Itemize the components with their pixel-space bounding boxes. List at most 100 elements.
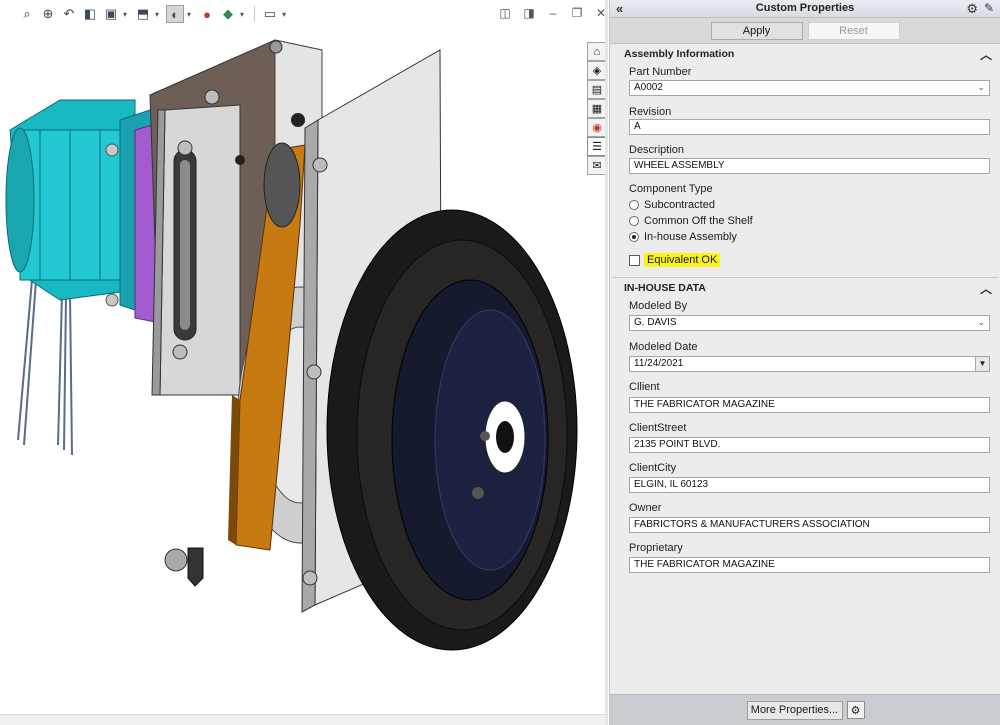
properties-settings-icon[interactable]: ⚙ xyxy=(846,701,865,719)
parts-icon[interactable]: ◈ xyxy=(587,61,607,80)
appearances-icon[interactable]: ◉ xyxy=(587,118,607,137)
view-orientation-icon[interactable]: ⬒ xyxy=(134,5,152,23)
modeled-by-value: G. DAVIS xyxy=(634,317,677,328)
chevron-down-icon[interactable]: ▾ xyxy=(155,10,159,19)
chevron-up-icon[interactable]: ︿ xyxy=(980,46,992,63)
task-pane-tabs: ⌂ ◈ ▤ ▦ ◉ ☰ ✉ xyxy=(587,42,607,175)
radio-button[interactable] xyxy=(629,232,639,242)
chevron-down-icon[interactable]: ⌄ xyxy=(977,82,985,93)
modeled-date-value: 11/24/2021 xyxy=(634,358,684,369)
client-street-field[interactable]: 2135 POINT BLVD. xyxy=(629,437,990,453)
action-buttons: Apply Reset xyxy=(610,18,1000,44)
proprietary-field[interactable]: THE FABRICATOR MAGAZINE xyxy=(629,557,990,573)
description-value: WHEEL ASSEMBLY xyxy=(634,160,725,171)
wheel-tire xyxy=(326,209,578,651)
pane-empty-area xyxy=(610,590,1000,694)
calendar-dropdown-icon[interactable]: ▼ xyxy=(975,357,989,371)
radio-in-house-assembly[interactable]: In-house Assembly xyxy=(629,229,986,245)
owner-label: Owner xyxy=(629,502,662,514)
graphics-area[interactable]: ⌕ ⊕ ↶ ◧ ▣ ▾ ⬒ ▾ ◐ ▾ ● ◆ ▾ ▭ ▾ ◫ ◨ – ❐ ✕ xyxy=(0,0,607,725)
owner-field[interactable]: FABRICTORS & MANUFACTURERS ASSOCIATION xyxy=(629,517,990,533)
equivalent-ok-label: Equivalent OK xyxy=(644,253,721,267)
pane-footer: More Properties... ⚙ xyxy=(610,694,1000,725)
assembly-information-section: Assembly Information ︿ Part Number A0002… xyxy=(612,44,998,277)
modeled-date-label: Modeled Date xyxy=(629,341,698,353)
part-number-label: Part Number xyxy=(629,66,692,78)
home-icon[interactable]: ⌂ xyxy=(587,42,607,61)
section-header[interactable]: Assembly Information ︿ xyxy=(612,44,998,64)
motor-plate xyxy=(151,89,245,396)
client-city-label: ClientCity xyxy=(629,462,677,474)
previous-view-icon[interactable]: ↶ xyxy=(60,5,78,23)
reset-button[interactable]: Reset xyxy=(807,21,900,40)
chevron-down-icon[interactable]: ⌄ xyxy=(977,317,985,328)
section-header[interactable]: IN-HOUSE DATA ︿ xyxy=(612,278,998,298)
motor-wires xyxy=(17,279,73,456)
zoom-to-fit-icon[interactable]: ⌕ xyxy=(18,5,36,23)
pane-title: Custom Properties xyxy=(755,2,855,14)
section-title: IN-HOUSE DATA xyxy=(624,282,706,294)
custom-properties-pane: « Custom Properties ⚙ ✎ Apply Reset Asse… xyxy=(609,0,1000,725)
pin-icon[interactable]: ✎ xyxy=(984,1,994,15)
radio-common-off-the-shelf[interactable]: Common Off the Shelf xyxy=(629,213,986,229)
apply-button[interactable]: Apply xyxy=(710,21,803,40)
description-field[interactable]: WHEEL ASSEMBLY xyxy=(629,158,990,174)
more-properties-button[interactable]: More Properties... xyxy=(746,700,843,720)
client-city-value: ELGIN, IL 60123 xyxy=(634,479,709,490)
view-settings-icon[interactable]: ▭ xyxy=(261,5,279,23)
client-value: THE FABRICATOR MAGAZINE xyxy=(634,399,775,410)
radio-subcontracted[interactable]: Subcontracted xyxy=(629,197,986,213)
chevron-up-icon[interactable]: ︿ xyxy=(980,280,992,297)
forum-icon[interactable]: ✉ xyxy=(587,156,607,175)
revision-label: Revision xyxy=(629,106,672,118)
description-label: Description xyxy=(629,144,685,156)
toolbar-separator xyxy=(254,6,256,22)
restore-icon[interactable]: ❐ xyxy=(570,6,584,20)
proprietary-label: Proprietary xyxy=(629,542,683,554)
viewport-bottom-bar xyxy=(0,714,607,725)
display-style-icon[interactable]: ◐ xyxy=(166,5,185,23)
equivalent-ok-checkbox[interactable] xyxy=(629,254,640,266)
component-type-label: Component Type xyxy=(629,183,713,195)
client-city-field[interactable]: ELGIN, IL 60123 xyxy=(629,477,990,493)
window-controls: ◫ ◨ – ❐ ✕ xyxy=(498,6,607,20)
minimize-icon[interactable]: – xyxy=(546,6,560,20)
radio-button[interactable] xyxy=(629,216,639,226)
in-house-data-section: IN-HOUSE DATA ︿ Modeled By G. DAVIS ⌄ Mo… xyxy=(612,278,998,573)
zoom-area-icon[interactable]: ⊕ xyxy=(39,5,57,23)
radio-button[interactable] xyxy=(629,200,639,210)
chevron-down-icon[interactable]: ▾ xyxy=(187,10,191,19)
revision-value: A xyxy=(634,121,641,132)
radio-label: Common Off the Shelf xyxy=(644,215,753,227)
chevron-down-icon[interactable]: ▾ xyxy=(123,10,127,19)
section-view-icon[interactable]: ◧ xyxy=(81,5,99,23)
collapse-right-icon[interactable]: ◨ xyxy=(522,6,536,20)
radio-label: Subcontracted xyxy=(644,199,715,211)
custom-properties-icon[interactable]: ☰ xyxy=(587,137,607,156)
radio-label: In-house Assembly xyxy=(644,231,737,243)
gear-icon[interactable]: ⚙ xyxy=(966,1,978,17)
apply-scene-icon[interactable]: ◆ xyxy=(219,5,237,23)
owner-value: FABRICTORS & MANUFACTURERS ASSOCIATION xyxy=(634,519,870,530)
chevron-down-icon[interactable]: ▾ xyxy=(240,10,244,19)
wheel-assembly-model[interactable] xyxy=(0,30,580,670)
equivalent-ok-checkbox-row[interactable]: Equivalent OK xyxy=(629,251,986,269)
file-explorer-icon[interactable]: ▤ xyxy=(587,80,607,99)
modeled-by-label: Modeled By xyxy=(629,300,688,312)
part-number-field[interactable]: A0002 ⌄ xyxy=(629,80,990,96)
client-label: Cllient xyxy=(629,381,660,393)
client-street-value: 2135 POINT BLVD. xyxy=(634,439,721,450)
client-field[interactable]: THE FABRICATOR MAGAZINE xyxy=(629,397,990,413)
heads-up-view-toolbar: ⌕ ⊕ ↶ ◧ ▣ ▾ ⬒ ▾ ◐ ▾ ● ◆ ▾ ▭ ▾ xyxy=(18,4,290,24)
section-title: Assembly Information xyxy=(624,48,735,60)
dynamic-annotation-icon[interactable]: ▣ xyxy=(102,5,120,23)
modeled-by-field[interactable]: G. DAVIS ⌄ xyxy=(629,315,990,331)
viewport-scrollbar[interactable] xyxy=(605,0,608,725)
modeled-date-field[interactable]: 11/24/2021 ▼ xyxy=(629,356,990,372)
collapse-left-icon[interactable]: ◫ xyxy=(498,6,512,20)
chevron-down-icon[interactable]: ▾ xyxy=(282,10,286,19)
edit-appearance-icon[interactable]: ● xyxy=(198,5,216,23)
revision-field[interactable]: A xyxy=(629,119,990,135)
view-palette-icon[interactable]: ▦ xyxy=(587,99,607,118)
client-street-label: ClientStreet xyxy=(629,422,687,434)
